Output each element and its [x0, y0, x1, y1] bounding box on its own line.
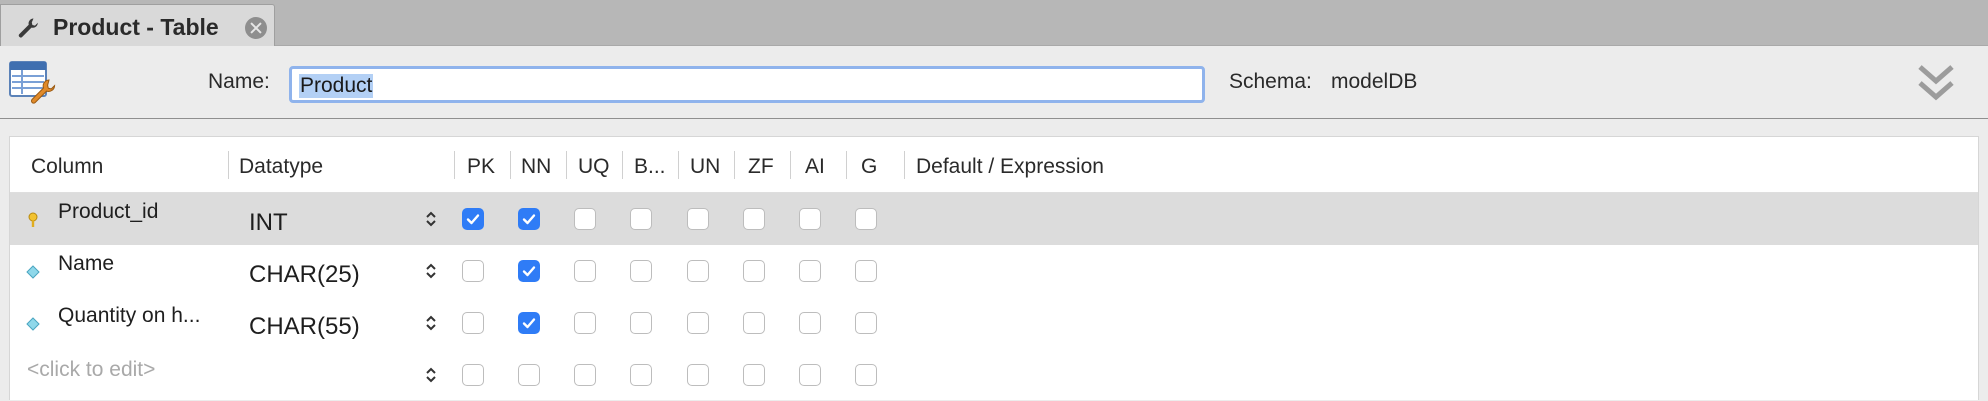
header-divider[interactable] [734, 151, 735, 179]
tab-bar: Product - Table [0, 0, 1988, 46]
header-b[interactable]: B... [634, 155, 666, 179]
header-divider[interactable] [790, 151, 791, 179]
datatype-stepper-icon[interactable] [424, 365, 438, 385]
checkbox-un[interactable] [687, 312, 709, 334]
datatype-stepper-icon[interactable] [424, 313, 438, 333]
header-divider[interactable] [904, 151, 905, 179]
table-name-input[interactable]: Product [289, 66, 1205, 103]
checkbox-g[interactable] [855, 364, 877, 386]
checkbox-zf[interactable] [743, 208, 765, 230]
grid-header: Column Datatype PK NN UQ B... UN ZF AI G… [10, 137, 1978, 193]
column-name[interactable]: <click to edit> [27, 358, 155, 382]
header-uq[interactable]: UQ [578, 155, 610, 179]
header-datatype[interactable]: Datatype [239, 155, 323, 179]
checkbox-b[interactable] [630, 260, 652, 282]
column-diamond-icon [26, 265, 40, 279]
checkbox-ai[interactable] [799, 260, 821, 282]
checkbox-pk[interactable] [462, 312, 484, 334]
column-name[interactable]: Product_id [58, 200, 158, 224]
header-divider[interactable] [566, 151, 567, 179]
datatype-stepper-icon[interactable] [424, 261, 438, 281]
checkbox-g[interactable] [855, 312, 877, 334]
checkbox-ai[interactable] [799, 208, 821, 230]
header-divider[interactable] [510, 151, 511, 179]
checkbox-zf[interactable] [743, 260, 765, 282]
checkbox-b[interactable] [630, 364, 652, 386]
checkbox-ai[interactable] [799, 364, 821, 386]
table-row[interactable]: Name CHAR(25) [10, 245, 1978, 297]
header-zf[interactable]: ZF [748, 155, 774, 179]
column-datatype[interactable]: INT [249, 209, 288, 237]
column-name[interactable]: Name [58, 252, 114, 276]
header-divider[interactable] [846, 151, 847, 179]
table-editor-icon [9, 61, 56, 104]
column-datatype[interactable]: CHAR(55) [249, 313, 360, 341]
checkbox-pk[interactable] [462, 364, 484, 386]
checkbox-uq[interactable] [574, 312, 596, 334]
column-datatype[interactable]: CHAR(25) [249, 261, 360, 289]
checkmark-icon [522, 266, 536, 277]
schema-label: Schema: [1229, 70, 1312, 93]
header-default-expression[interactable]: Default / Expression [916, 155, 1104, 179]
header-column[interactable]: Column [31, 155, 103, 179]
tab-title: Product - Table [53, 14, 219, 40]
header-g[interactable]: G [861, 155, 877, 179]
checkbox-ai[interactable] [799, 312, 821, 334]
header-divider[interactable] [228, 151, 229, 179]
column-diamond-icon [26, 317, 40, 331]
new-column-row[interactable]: <click to edit> [10, 349, 1978, 401]
checkbox-b[interactable] [630, 208, 652, 230]
checkmark-icon [522, 214, 536, 225]
header-pk[interactable]: PK [467, 155, 495, 179]
checkbox-nn[interactable] [518, 364, 540, 386]
header-ai[interactable]: AI [805, 155, 825, 179]
header-divider[interactable] [622, 151, 623, 179]
tab-product-table[interactable]: Product - Table [0, 4, 275, 46]
header-un[interactable]: UN [690, 155, 720, 179]
column-name[interactable]: Quantity on h... [58, 304, 200, 328]
checkbox-uq[interactable] [574, 260, 596, 282]
header-divider[interactable] [678, 151, 679, 179]
double-chevron-down-icon[interactable] [1916, 61, 1956, 105]
checkbox-nn[interactable] [518, 312, 540, 334]
checkbox-pk[interactable] [462, 260, 484, 282]
checkbox-uq[interactable] [574, 208, 596, 230]
table-row[interactable]: Quantity on h... CHAR(55) [10, 297, 1978, 349]
schema-value: modelDB [1331, 70, 1418, 93]
checkbox-pk[interactable] [462, 208, 484, 230]
header-divider[interactable] [454, 151, 455, 179]
checkbox-nn[interactable] [518, 208, 540, 230]
primary-key-icon [28, 212, 38, 227]
checkbox-g[interactable] [855, 260, 877, 282]
datatype-stepper-icon[interactable] [424, 209, 438, 229]
close-tab-icon[interactable] [245, 17, 267, 39]
table-name-value: Product [299, 74, 374, 98]
checkbox-nn[interactable] [518, 260, 540, 282]
checkbox-zf[interactable] [743, 364, 765, 386]
checkbox-uq[interactable] [574, 364, 596, 386]
checkmark-icon [466, 214, 480, 225]
checkbox-b[interactable] [630, 312, 652, 334]
columns-grid: Column Datatype PK NN UQ B... UN ZF AI G… [9, 136, 1979, 400]
checkmark-icon [522, 318, 536, 329]
checkbox-un[interactable] [687, 208, 709, 230]
name-label: Name: [208, 70, 270, 93]
header-nn[interactable]: NN [521, 155, 551, 179]
checkbox-g[interactable] [855, 208, 877, 230]
checkbox-un[interactable] [687, 364, 709, 386]
checkbox-zf[interactable] [743, 312, 765, 334]
table-row[interactable]: Product_id INT [10, 193, 1978, 245]
table-header: Name: Product Schema: modelDB [0, 46, 1988, 119]
checkbox-un[interactable] [687, 260, 709, 282]
wrench-icon [18, 18, 38, 38]
